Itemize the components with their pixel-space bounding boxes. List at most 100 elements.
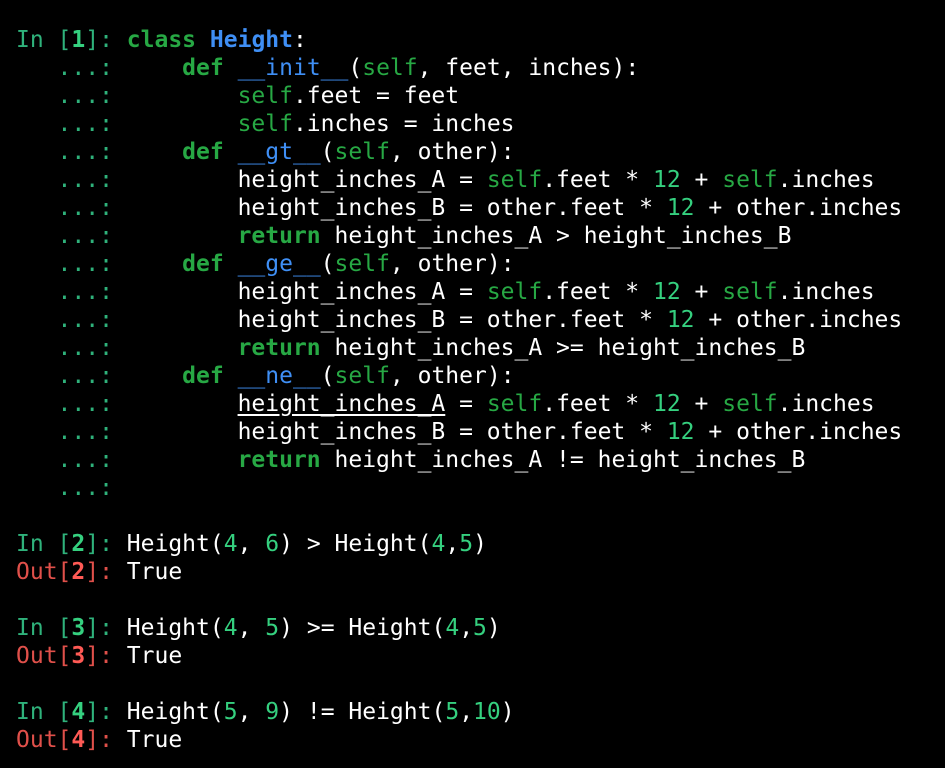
continuation-prompt: ...: (16, 363, 127, 389)
continuation-line: ...: return height_inches_A >= height_in… (16, 334, 941, 362)
out-prompt-number: 2 (71, 559, 86, 585)
in-prompt-suffix: ]: (85, 699, 127, 725)
code-text: .feet = feet (292, 83, 460, 109)
in-prompt-suffix: ]: (85, 531, 127, 557)
number-literal: 12 (666, 419, 695, 445)
continuation-line: ...: def __init__(self, feet, inches): (16, 54, 941, 82)
number-literal: 5 (445, 699, 460, 725)
function-name: __ne__ (237, 363, 321, 389)
number-literal: 12 (653, 391, 681, 417)
in-prompt-suffix: ]: (85, 615, 127, 641)
function-name: __gt__ (237, 139, 321, 165)
code-text: ( (320, 363, 335, 389)
code-text: Height( (126, 699, 224, 725)
code-text: = (445, 391, 487, 417)
out-prompt-number: 4 (71, 727, 86, 753)
code-text: + (680, 279, 723, 305)
in-prompt-number: 2 (71, 531, 86, 557)
code-text: height_inches_A = (237, 167, 487, 193)
code-text: , (459, 615, 474, 641)
continuation-prompt: ...: (16, 83, 127, 109)
code-text: , (459, 699, 474, 725)
in-prompt-number: 3 (71, 615, 86, 641)
continuation-prompt: ...: (16, 391, 127, 417)
self-keyword: self (334, 251, 390, 277)
continuation-line: ...: def __ge__(self, other): (16, 250, 941, 278)
number-literal: 10 (473, 699, 501, 725)
in-prompt-number: 1 (71, 27, 86, 53)
code-text: + other.inches (694, 419, 903, 445)
input-prompt-line: In [4]: Height(5, 9) != Height(5,10) (16, 698, 941, 726)
continuation-prompt: ...: (16, 139, 127, 165)
code-text: height_inches_A = (237, 279, 487, 305)
code-text: .inches (777, 391, 875, 417)
keyword: return (237, 223, 321, 249)
continuation-line: ...: height_inches_B = other.feet * 12 +… (16, 194, 941, 222)
output-line: Out[3]: True (16, 642, 941, 670)
in-prompt-label: In [ (16, 699, 72, 725)
code-text: , other): (389, 251, 515, 277)
code-text: Height( (126, 615, 224, 641)
continuation-prompt: ...: (16, 447, 127, 473)
continuation-line: ...: return height_inches_A != height_in… (16, 446, 941, 474)
code-text: height_inches_B = other.feet * (237, 195, 667, 221)
continuation-line: ...: height_inches_B = other.feet * 12 +… (16, 418, 941, 446)
number-literal: 9 (265, 699, 280, 725)
self-keyword: self (237, 111, 293, 137)
code-text: height_inches_A != height_inches_B (320, 447, 806, 473)
self-keyword: self (486, 391, 543, 417)
out-prompt-label: Out[ (16, 559, 72, 585)
out-prompt-label: Out[ (16, 727, 72, 753)
continuation-line: ...: def __gt__(self, other): (16, 138, 941, 166)
continuation-line: ...: height_inches_A = self.feet * 12 + … (16, 390, 941, 418)
keyword: def (182, 251, 224, 277)
self-keyword: self (486, 167, 543, 193)
input-prompt-line: In [1]: class Height: (16, 26, 941, 54)
continuation-prompt: ...: (16, 279, 127, 305)
continuation-line: ...: height_inches_A = self.feet * 12 + … (16, 278, 941, 306)
number-literal: 4 (445, 615, 460, 641)
continuation-line: ...: self.inches = inches (16, 110, 941, 138)
out-prompt-label: Out[ (16, 643, 72, 669)
self-keyword: self (722, 167, 778, 193)
code-text: , feet, inches): (417, 55, 640, 81)
code-text: ) (473, 531, 487, 557)
number-literal: 5 (223, 699, 238, 725)
self-keyword: self (334, 363, 390, 389)
continuation-prompt: ...: (16, 419, 127, 445)
continuation-prompt: ...: (16, 335, 127, 361)
in-prompt-number: 4 (71, 699, 86, 725)
number-literal: 12 (666, 195, 695, 221)
in-prompt-label: In [ (16, 531, 72, 557)
ipython-terminal[interactable]: In [1]: class Height: ...: def __init__(… (16, 26, 941, 754)
number-literal: 4 (431, 531, 446, 557)
output-line: Out[2]: True (16, 558, 941, 586)
function-name: __ge__ (237, 251, 321, 277)
in-prompt-label: In [ (16, 27, 72, 53)
code-text: .inches (777, 279, 875, 305)
continuation-line: ...: height_inches_B = other.feet * 12 +… (16, 306, 941, 334)
code-text: height_inches_B = other.feet * (237, 307, 667, 333)
code-text: + (680, 391, 723, 417)
code-text: , (445, 531, 460, 557)
code-text: ) (500, 699, 515, 725)
code-text: ( (320, 139, 335, 165)
code-text: , (237, 699, 266, 725)
code-text: , other): (389, 363, 515, 389)
keyword: class (126, 27, 197, 53)
out-prompt-suffix: ]: (85, 643, 127, 669)
